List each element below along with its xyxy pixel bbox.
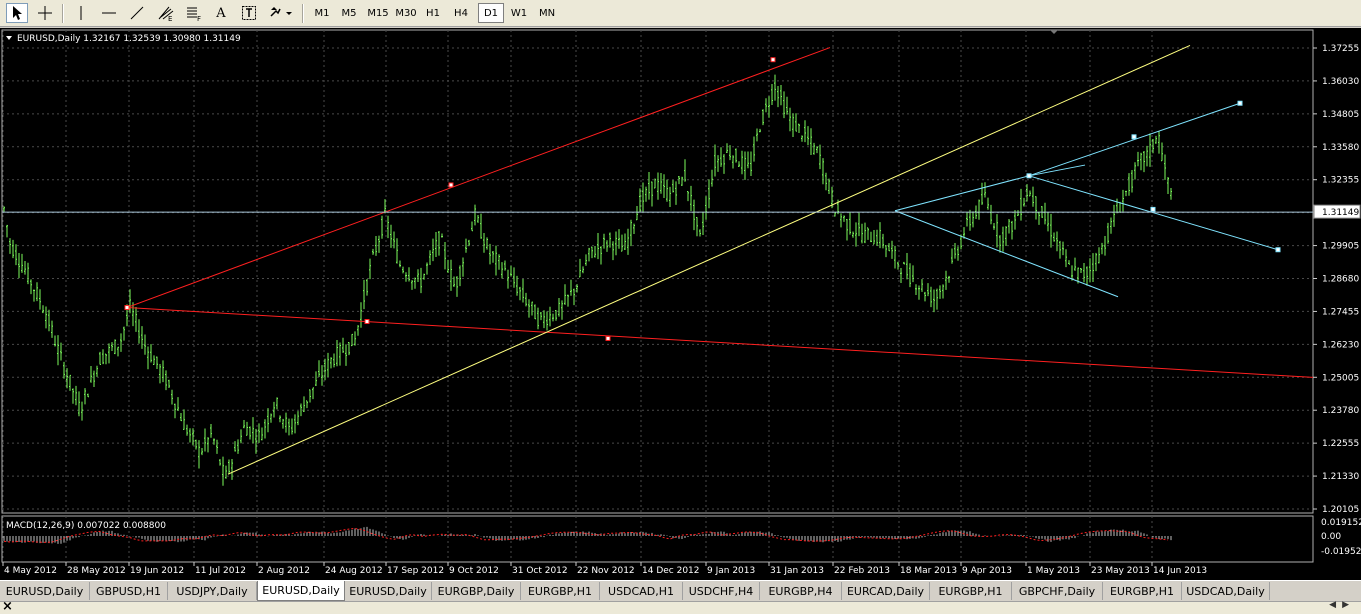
timeframe-m5-button[interactable]: M5 bbox=[336, 3, 362, 23]
price-tick-label: 1.36030 bbox=[1322, 77, 1359, 87]
chart-tab[interactable]: EURGBP,H1 bbox=[1103, 582, 1182, 600]
price-tick-label: 1.23780 bbox=[1322, 406, 1359, 416]
price-tick-label: 1.34805 bbox=[1322, 110, 1359, 120]
trendline-anchor bbox=[605, 335, 611, 341]
price-tick-label: 1.33580 bbox=[1322, 143, 1359, 153]
drawing-toolbar: E F A M1 M5 M15 M30 H1 H4 D1 W1 MN bbox=[0, 0, 1361, 27]
status-bar: × ◀▶ bbox=[0, 599, 1361, 614]
chart-tab[interactable]: EURCAD,Daily bbox=[842, 582, 930, 600]
price-tick-label: 1.27455 bbox=[1322, 307, 1359, 317]
macd-tick-label: -0.019523 bbox=[1321, 547, 1361, 557]
trendline-anchor bbox=[1275, 247, 1281, 253]
price-tick-label: 1.21330 bbox=[1322, 472, 1359, 482]
timeframe-m1-button[interactable]: M1 bbox=[309, 3, 335, 23]
trendline-icon[interactable] bbox=[126, 3, 148, 23]
date-label: 31 Jan 2013 bbox=[770, 566, 824, 576]
price-tick-label: 1.25005 bbox=[1322, 373, 1359, 383]
timeframe-h1-button[interactable]: H1 bbox=[420, 3, 446, 23]
trendline-anchor bbox=[1237, 100, 1243, 106]
timeframe-m30-button[interactable]: M30 bbox=[392, 3, 420, 23]
date-label: 31 Oct 2012 bbox=[512, 566, 568, 576]
date-label: 9 Apr 2013 bbox=[962, 566, 1012, 576]
fibonacci-icon[interactable]: E bbox=[154, 3, 178, 23]
chart-tab[interactable]: EURUSD,Daily bbox=[257, 581, 345, 601]
date-label: 28 May 2012 bbox=[67, 566, 126, 576]
price-chart[interactable]: 1.37255 1.36030 1.34805 1.33580 1.32355 1.311… bbox=[0, 28, 1361, 580]
date-label: 19 Jun 2012 bbox=[130, 566, 184, 576]
price-tick-label: 1.32355 bbox=[1322, 176, 1359, 186]
chart-tab[interactable]: EURUSD,Daily bbox=[0, 582, 90, 600]
date-label: 22 Feb 2013 bbox=[834, 566, 890, 576]
tab-scroll-arrows-icon[interactable]: ◀▶ bbox=[1329, 600, 1355, 610]
price-tick-label: 1.29905 bbox=[1322, 242, 1359, 252]
text-label-icon[interactable] bbox=[238, 3, 260, 23]
timeframe-m15-button[interactable]: M15 bbox=[364, 3, 392, 23]
date-label: 24 Aug 2012 bbox=[325, 566, 383, 576]
price-tick-label: 1.22555 bbox=[1322, 439, 1359, 449]
date-label: 2 Aug 2012 bbox=[258, 566, 310, 576]
date-label: 9 Jan 2013 bbox=[707, 566, 755, 576]
chart-shift-icon bbox=[1050, 30, 1058, 34]
trendline-anchor bbox=[448, 182, 454, 188]
chart-tab[interactable]: USDJPY,Daily bbox=[168, 582, 257, 600]
chart-tab[interactable]: GBPUSD,H1 bbox=[90, 582, 168, 600]
horizontal-line-icon[interactable] bbox=[98, 3, 120, 23]
chart-tab[interactable]: EURUSD,Daily bbox=[345, 582, 432, 600]
date-label: 14 Dec 2012 bbox=[642, 566, 700, 576]
svg-text:F: F bbox=[197, 15, 201, 21]
chart-tab[interactable]: USDCAD,H1 bbox=[600, 582, 683, 600]
crosshair-icon[interactable] bbox=[34, 3, 56, 23]
red-lower-trendline bbox=[126, 307, 1314, 378]
close-icon[interactable]: × bbox=[2, 599, 13, 614]
trendline-anchor bbox=[770, 57, 776, 63]
date-label: 11 Jul 2012 bbox=[195, 566, 246, 576]
price-tick-label: 1.37255 bbox=[1322, 44, 1359, 54]
red-upper-trendline bbox=[126, 47, 831, 308]
trendline-anchor bbox=[124, 305, 130, 311]
chart-tab[interactable]: GBPCHF,Daily bbox=[1012, 582, 1103, 600]
date-label: 14 Jun 2013 bbox=[1153, 566, 1207, 576]
date-label: 22 Nov 2012 bbox=[577, 566, 635, 576]
price-tick-label: 1.20105 bbox=[1322, 505, 1359, 515]
date-label: 17 Sep 2012 bbox=[387, 566, 444, 576]
price-tick-label: 1.26230 bbox=[1322, 340, 1359, 350]
trendline-anchor bbox=[1026, 173, 1032, 179]
date-label: 18 Mar 2013 bbox=[900, 566, 957, 576]
trendline-anchor bbox=[364, 319, 370, 325]
macd-label: MACD(12,26,9) 0.007022 0.008800 bbox=[6, 521, 166, 531]
chart-header: EURUSD,Daily 1.32167 1.32539 1.30980 1.3… bbox=[17, 34, 241, 44]
fibo-fan-icon[interactable]: F bbox=[182, 3, 206, 23]
timeframe-w1-button[interactable]: W1 bbox=[506, 3, 532, 23]
cursor-icon[interactable] bbox=[6, 3, 28, 23]
timeframe-d1-button[interactable]: D1 bbox=[478, 3, 504, 23]
chart-window[interactable]: 1.37255 1.36030 1.34805 1.33580 1.32355 1.311… bbox=[0, 28, 1361, 580]
svg-text:E: E bbox=[168, 15, 172, 21]
date-label: 1 May 2013 bbox=[1027, 566, 1080, 576]
chart-tab[interactable]: EURGBP,H4 bbox=[760, 582, 842, 600]
cyan-line bbox=[1028, 175, 1279, 251]
chart-tab[interactable]: EURGBP,H1 bbox=[521, 582, 600, 600]
timeframe-mn-button[interactable]: MN bbox=[534, 3, 560, 23]
vertical-line-icon[interactable] bbox=[70, 3, 92, 23]
macd-tick-label: 0.00 bbox=[1321, 532, 1341, 542]
arrows-icon[interactable] bbox=[266, 3, 296, 23]
chart-tab[interactable]: EURGBP,Daily bbox=[432, 582, 521, 600]
price-tick-label: 1.28680 bbox=[1322, 275, 1359, 285]
chart-tabs: EURUSD,Daily GBPUSD,H1 USDJPY,Daily EURUSD,… bbox=[0, 580, 1361, 602]
trendline-anchor bbox=[1131, 134, 1137, 140]
trendline-anchor bbox=[1150, 206, 1156, 212]
cyan-line bbox=[894, 175, 1030, 212]
date-label: 23 May 2013 bbox=[1091, 566, 1150, 576]
current-price-label: 1.31149 bbox=[1322, 208, 1359, 218]
chart-tab[interactable]: EURGBP,H1 bbox=[930, 582, 1012, 600]
date-label: 9 Oct 2012 bbox=[449, 566, 499, 576]
chart-menu-triangle-icon bbox=[6, 36, 12, 40]
macd-tick-label: 0.019152 bbox=[1321, 518, 1361, 528]
chart-tab[interactable]: USDCAD,Daily bbox=[1182, 582, 1270, 600]
date-label: 4 May 2012 bbox=[4, 566, 57, 576]
timeframe-h4-button[interactable]: H4 bbox=[448, 3, 474, 23]
text-icon[interactable]: A bbox=[210, 3, 232, 23]
chart-tab[interactable]: USDCHF,H4 bbox=[683, 582, 760, 600]
